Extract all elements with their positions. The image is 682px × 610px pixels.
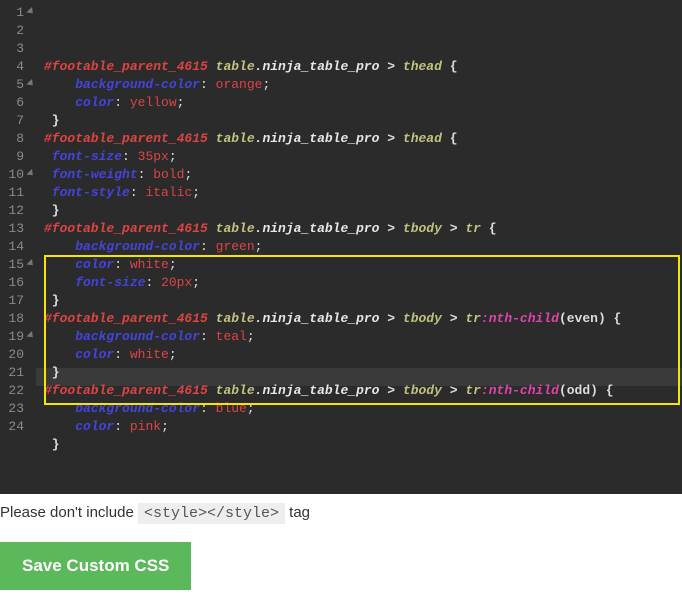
hint-tag: <style></style>	[138, 503, 285, 524]
line-number: 5	[0, 76, 36, 94]
code-line[interactable]: font-size: 20px;	[44, 274, 682, 292]
line-number: 2	[0, 22, 36, 40]
code-line[interactable]: color: white;	[44, 346, 682, 364]
line-number: 11	[0, 184, 36, 202]
code-line[interactable]	[44, 454, 682, 472]
code-line[interactable]: }	[44, 436, 682, 454]
code-line[interactable]: background-color: blue;	[44, 400, 682, 418]
line-number: 17	[0, 292, 36, 310]
code-line[interactable]: font-style: italic;	[44, 184, 682, 202]
line-number: 15	[0, 256, 36, 274]
line-number: 18	[0, 310, 36, 328]
code-line[interactable]: background-color: green;	[44, 238, 682, 256]
hint-text: Please don't include <style></style> tag	[0, 494, 682, 532]
code-line[interactable]: #footable_parent_4615 table.ninja_table_…	[44, 310, 682, 328]
code-line[interactable]: }	[44, 364, 682, 382]
code-line[interactable]: #footable_parent_4615 table.ninja_table_…	[44, 58, 682, 76]
code-line[interactable]: #footable_parent_4615 table.ninja_table_…	[44, 130, 682, 148]
line-number: 13	[0, 220, 36, 238]
line-number: 8	[0, 130, 36, 148]
line-number: 10	[0, 166, 36, 184]
code-line[interactable]: background-color: orange;	[44, 76, 682, 94]
code-line[interactable]: color: yellow;	[44, 94, 682, 112]
hint-prefix: Please don't include	[0, 504, 138, 521]
line-number: 14	[0, 238, 36, 256]
save-button[interactable]: Save Custom CSS	[0, 542, 191, 590]
line-number: 1	[0, 4, 36, 22]
line-number: 3	[0, 40, 36, 58]
code-line[interactable]: font-size: 35px;	[44, 148, 682, 166]
code-line[interactable]	[44, 472, 682, 490]
line-number: 7	[0, 112, 36, 130]
code-line[interactable]: }	[44, 292, 682, 310]
hint-suffix: tag	[289, 504, 310, 521]
line-number: 6	[0, 94, 36, 112]
line-number: 19	[0, 328, 36, 346]
code-line[interactable]: }	[44, 202, 682, 220]
code-editor[interactable]: 123456789101112131415161718192021222324 …	[0, 0, 682, 494]
code-line[interactable]: color: pink;	[44, 418, 682, 436]
line-number: 4	[0, 58, 36, 76]
code-line[interactable]: color: white;	[44, 256, 682, 274]
line-number: 22	[0, 382, 36, 400]
line-number: 12	[0, 202, 36, 220]
code-line[interactable]: background-color: teal;	[44, 328, 682, 346]
code-area[interactable]: #footable_parent_4615 table.ninja_table_…	[36, 4, 682, 490]
code-line[interactable]: }	[44, 112, 682, 130]
line-number: 21	[0, 364, 36, 382]
code-line[interactable]: #footable_parent_4615 table.ninja_table_…	[44, 382, 682, 400]
line-number: 20	[0, 346, 36, 364]
line-number: 23	[0, 400, 36, 418]
line-number: 9	[0, 148, 36, 166]
line-gutter: 123456789101112131415161718192021222324	[0, 4, 36, 490]
line-number: 24	[0, 418, 36, 436]
code-line[interactable]: #footable_parent_4615 table.ninja_table_…	[44, 220, 682, 238]
code-line[interactable]: font-weight: bold;	[44, 166, 682, 184]
line-number: 16	[0, 274, 36, 292]
